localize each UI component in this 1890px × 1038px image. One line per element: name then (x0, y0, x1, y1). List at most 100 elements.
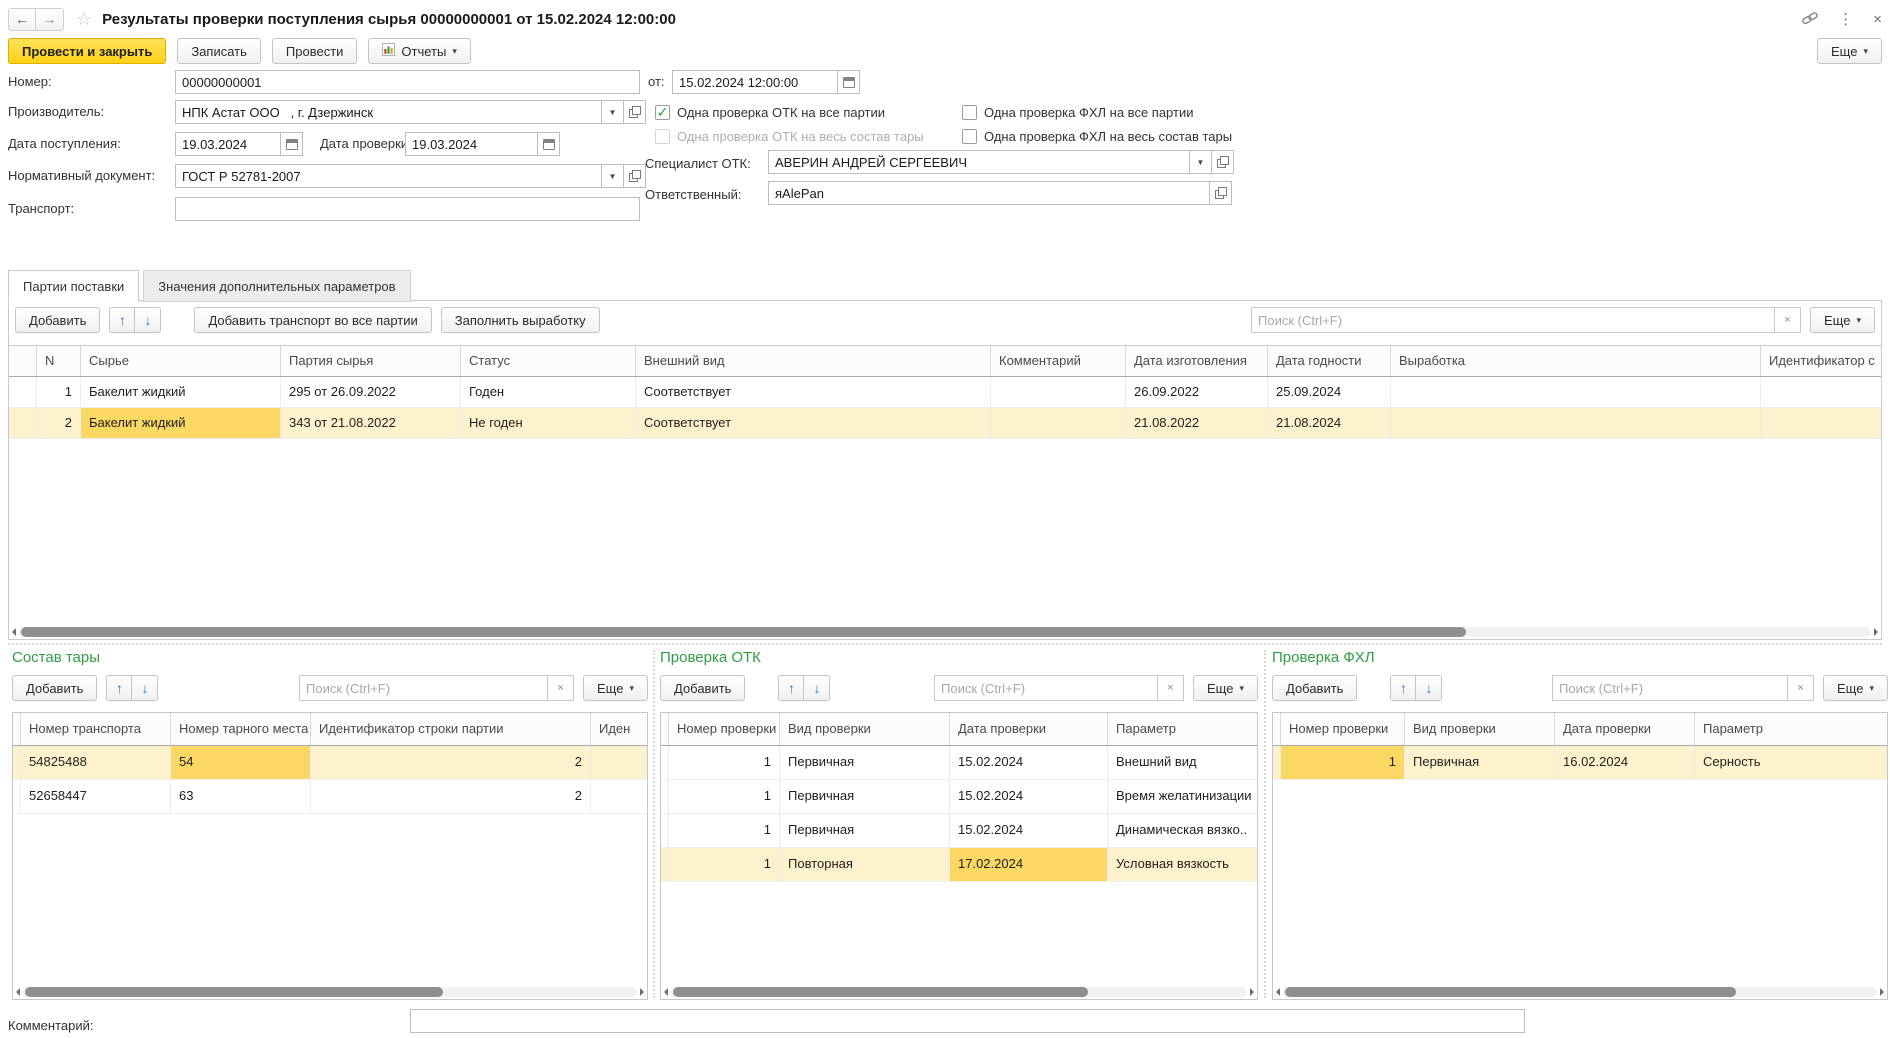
cell-place[interactable]: 63 (171, 780, 311, 813)
column-header-exp-date[interactable]: Дата годности (1268, 346, 1391, 376)
search-clear-button[interactable]: × (1158, 675, 1184, 701)
scroll-right-icon[interactable] (640, 988, 644, 996)
scrollbar-track[interactable] (671, 987, 1247, 997)
checkbox-fhl-all-batches[interactable]: Одна проверка ФХЛ на все партии (962, 103, 1193, 121)
scrollbar-track[interactable] (23, 987, 637, 997)
cell-type[interactable]: Повторная (780, 848, 950, 881)
cell-status[interactable]: Годен (461, 377, 636, 407)
move-up-button[interactable]: ↑ (109, 307, 135, 333)
search-clear-button[interactable]: × (1775, 307, 1801, 333)
cell-param[interactable]: Динамическая вязко.. (1108, 814, 1257, 847)
vertical-splitter[interactable] (653, 650, 655, 998)
column-header-row-id[interactable]: Идентификатор строки партии (311, 713, 591, 745)
cell-batch[interactable]: 295 от 26.09.2022 (281, 377, 461, 407)
column-header-type[interactable]: Вид проверки (780, 713, 950, 745)
cell-comment[interactable] (991, 408, 1126, 438)
cell-param[interactable]: Серность (1695, 746, 1887, 779)
cell-param[interactable]: Условная вязкость (1108, 848, 1257, 881)
column-header-number[interactable]: Номер проверки (669, 713, 780, 745)
scrollbar-thumb[interactable] (21, 627, 1466, 637)
column-header-appearance[interactable]: Внешний вид (636, 346, 991, 376)
cell-param[interactable]: Время желатинизации (1108, 780, 1257, 813)
open-link-button[interactable] (624, 100, 646, 124)
column-header-output[interactable]: Выработка (1391, 346, 1761, 376)
search-clear-button[interactable]: × (548, 675, 574, 701)
add-button[interactable]: Добавить (12, 675, 97, 701)
add-button[interactable]: Добавить (15, 307, 100, 333)
column-header-param[interactable]: Параметр (1695, 713, 1887, 745)
calendar-button[interactable] (538, 132, 560, 156)
column-header-param[interactable]: Параметр (1108, 713, 1257, 745)
post-button[interactable]: Провести (272, 38, 358, 64)
cell-material-active[interactable]: Бакелит жидкий (81, 408, 281, 438)
cell-status[interactable]: Не годен (461, 408, 636, 438)
close-icon[interactable]: × (1873, 12, 1882, 27)
column-header-status[interactable]: Статус (461, 346, 636, 376)
column-header-place[interactable]: Номер тарного места (171, 713, 311, 745)
table-more-button[interactable]: Еще▾ (1823, 675, 1888, 701)
search-input[interactable] (934, 675, 1158, 701)
move-down-button[interactable]: ↓ (1416, 675, 1442, 701)
scroll-right-icon[interactable] (1880, 988, 1884, 996)
cell-identifier[interactable] (1761, 377, 1881, 407)
cell-n[interactable]: 2 (37, 408, 81, 438)
open-link-button[interactable] (1212, 150, 1234, 174)
cell-place-active[interactable]: 54 (171, 746, 311, 779)
form-more-button[interactable]: Еще▾ (1817, 38, 1882, 64)
vertical-splitter[interactable] (1264, 650, 1266, 998)
calendar-button[interactable] (838, 70, 860, 94)
cell-output[interactable] (1391, 377, 1761, 407)
table-row-selected[interactable]: 2 Бакелит жидкий 343 от 21.08.2022 Не го… (9, 408, 1881, 439)
table-row[interactable]: 1 Первичная 15.02.2024 Внешний вид (661, 746, 1257, 780)
move-up-button[interactable]: ↑ (1390, 675, 1416, 701)
cell-appearance[interactable]: Соответствует (636, 408, 991, 438)
cell-material[interactable]: Бакелит жидкий (81, 377, 281, 407)
number-input[interactable] (175, 70, 640, 94)
column-header-transport[interactable]: Номер транспорта (21, 713, 171, 745)
transport-input[interactable] (175, 197, 640, 221)
cell-type[interactable]: Первичная (780, 780, 950, 813)
table-row-selected[interactable]: 54825488 54 2 (13, 746, 647, 780)
move-down-button[interactable]: ↓ (804, 675, 830, 701)
horizontal-splitter[interactable] (8, 643, 1882, 645)
column-header-id-clipped[interactable]: Иден (591, 713, 647, 745)
scrollbar-thumb[interactable] (25, 987, 443, 997)
column-header-date[interactable]: Дата проверки (950, 713, 1108, 745)
write-button[interactable]: Записать (177, 38, 261, 64)
table-row-selected[interactable]: 1 Первичная 16.02.2024 Серность (1273, 746, 1887, 780)
scrollbar-thumb[interactable] (673, 987, 1088, 997)
manufacturer-input[interactable] (175, 100, 602, 124)
select-button[interactable]: ▼ (1190, 150, 1212, 174)
forward-button[interactable]: → (36, 8, 64, 31)
tab-extra-params[interactable]: Значения дополнительных параметров (143, 270, 410, 302)
select-button[interactable]: ▼ (602, 164, 624, 188)
scrollbar-thumb[interactable] (1285, 987, 1736, 997)
cell-id[interactable] (591, 780, 647, 813)
table-row[interactable]: 1 Бакелит жидкий 295 от 26.09.2022 Годен… (9, 377, 1881, 408)
open-link-button[interactable] (624, 164, 646, 188)
open-link-button[interactable] (1210, 181, 1232, 205)
cell-appearance[interactable]: Соответствует (636, 377, 991, 407)
tab-batches[interactable]: Партии поставки (8, 270, 139, 303)
cell-param[interactable]: Внешний вид (1108, 746, 1257, 779)
move-up-button[interactable]: ↑ (106, 675, 132, 701)
cell-exp-date[interactable]: 25.09.2024 (1268, 377, 1391, 407)
cell-identifier[interactable] (1761, 408, 1881, 438)
search-input[interactable] (1552, 675, 1788, 701)
cell-number[interactable]: 1 (669, 814, 780, 847)
cell-type[interactable]: Первичная (780, 746, 950, 779)
scroll-left-icon[interactable] (16, 988, 20, 996)
cell-number[interactable]: 1 (669, 780, 780, 813)
comment-input[interactable] (410, 1009, 1525, 1033)
checkbox-otk-all-batches[interactable]: ✓ Одна проверка ОТК на все партии (655, 103, 885, 121)
cell-date[interactable]: 15.02.2024 (950, 814, 1108, 847)
table-more-button[interactable]: Еще▾ (1193, 675, 1258, 701)
cell-row-id[interactable]: 2 (311, 780, 591, 813)
check-date-input[interactable] (405, 132, 538, 156)
scroll-right-icon[interactable] (1250, 988, 1254, 996)
table-more-button[interactable]: Еще▾ (583, 675, 648, 701)
cell-transport[interactable]: 52658447 (21, 780, 171, 813)
cell-exp-date[interactable]: 21.08.2024 (1268, 408, 1391, 438)
column-header-material[interactable]: Сырье (81, 346, 281, 376)
cell-number[interactable]: 1 (669, 746, 780, 779)
